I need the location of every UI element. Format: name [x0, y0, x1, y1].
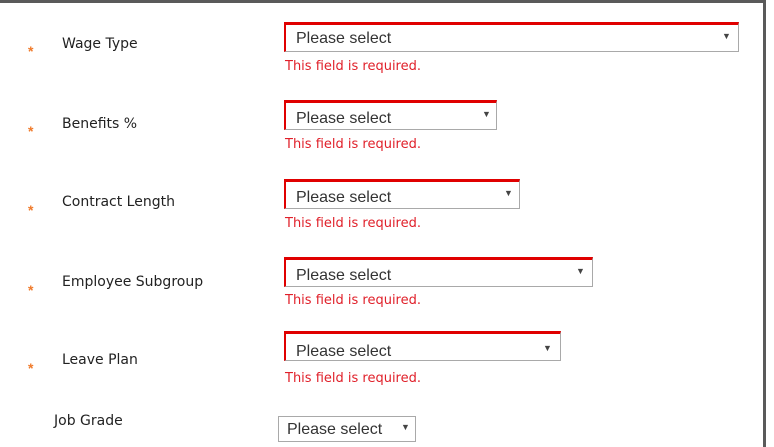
- field-label-employee-subgroup: Employee Subgroup: [62, 274, 204, 290]
- field-label-wage-type: Wage Type: [62, 36, 138, 52]
- error-message: This field is required.: [285, 137, 421, 152]
- error-message: This field is required.: [285, 371, 421, 386]
- field-label-leave-plan: Leave Plan: [62, 352, 138, 368]
- chevron-down-icon: ▼: [722, 31, 731, 41]
- chevron-down-icon: ▼: [576, 266, 585, 276]
- leave-plan-select[interactable]: Please select ▼: [284, 331, 561, 361]
- select-value: Please select: [296, 343, 392, 360]
- select-value: Please select: [296, 110, 392, 127]
- required-marker: *: [28, 360, 34, 376]
- select-value: Please select: [296, 189, 392, 206]
- chevron-down-icon: ▼: [401, 422, 410, 432]
- chevron-down-icon: ▼: [482, 109, 491, 119]
- field-label-job-grade: Job Grade: [54, 413, 123, 429]
- required-marker: *: [28, 123, 34, 139]
- required-marker: *: [28, 43, 34, 59]
- required-marker: *: [28, 202, 34, 218]
- required-marker: *: [28, 282, 34, 298]
- error-message: This field is required.: [285, 59, 421, 74]
- contract-length-select[interactable]: Please select ▼: [284, 179, 520, 209]
- select-value: Please select: [287, 421, 383, 438]
- error-message: This field is required.: [285, 216, 421, 231]
- error-message: This field is required.: [285, 293, 421, 308]
- job-grade-select[interactable]: Please select ▼: [278, 416, 416, 442]
- employee-subgroup-select[interactable]: Please select ▼: [284, 257, 593, 287]
- chevron-down-icon: ▼: [543, 343, 552, 353]
- select-value: Please select: [296, 30, 392, 47]
- select-value: Please select: [296, 267, 392, 284]
- field-label-contract-length: Contract Length: [62, 194, 175, 210]
- chevron-down-icon: ▼: [504, 188, 513, 198]
- benefits-select[interactable]: Please select ▼: [284, 100, 497, 130]
- field-label-benefits: Benefits %: [62, 116, 138, 132]
- wage-type-select[interactable]: Please select ▼: [284, 22, 739, 52]
